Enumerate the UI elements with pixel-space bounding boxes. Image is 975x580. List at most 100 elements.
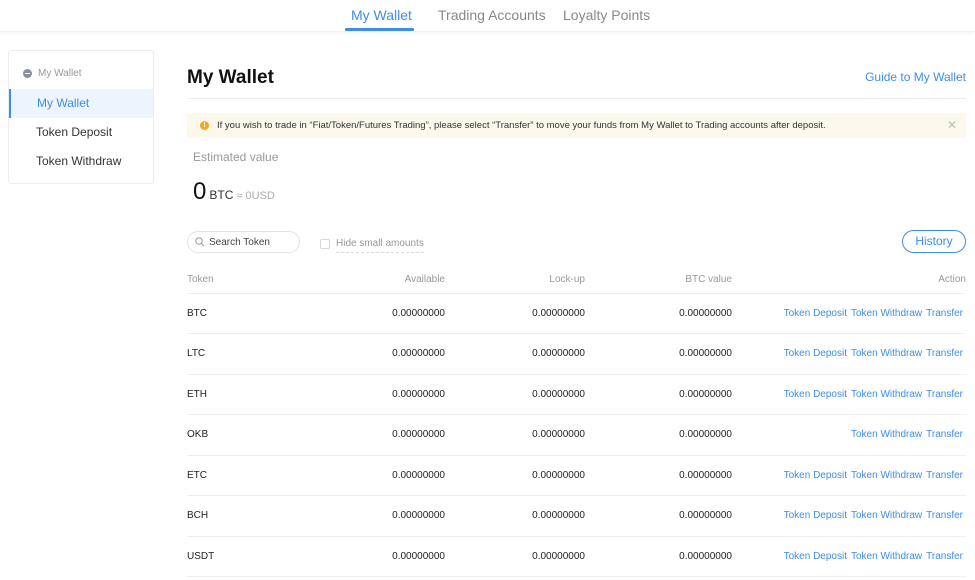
available-cell: 0.00000000 xyxy=(337,333,445,375)
btc-value-cell: 0.00000000 xyxy=(585,333,732,375)
wallet-icon xyxy=(23,69,32,78)
lockup-cell: 0.00000000 xyxy=(445,374,585,415)
active-tab-indicator xyxy=(345,28,414,31)
btc-value-cell: 0.00000000 xyxy=(585,536,732,577)
estimated-value: 0 BTC ≈ 0USD xyxy=(193,178,275,206)
notice-message: If you wish to trade in “Fiat/Token/Futu… xyxy=(217,120,826,131)
token-deposit-link[interactable]: Token Deposit xyxy=(784,348,847,359)
column-header-btc-value: BTC value xyxy=(585,267,732,294)
top-navigation: My Wallet Trading Accounts Loyalty Point… xyxy=(0,0,975,32)
tab-my-wallet[interactable]: My Wallet xyxy=(351,7,412,23)
divider xyxy=(187,98,966,99)
btc-value-cell: 0.00000000 xyxy=(585,455,732,496)
lockup-cell: 0.00000000 xyxy=(445,414,585,456)
token-deposit-link[interactable]: Token Deposit xyxy=(784,308,847,319)
warning-icon: ! xyxy=(200,121,209,130)
table-row: ETC 0.00000000 0.00000000 0.00000000 Token D… xyxy=(187,455,966,496)
action-cell: Token Deposit Token Withdraw Transfer xyxy=(732,536,966,577)
lockup-cell: 0.00000000 xyxy=(445,293,585,334)
sidebar-item-token-deposit[interactable]: Token Deposit xyxy=(9,118,153,147)
notice-banner: ! If you wish to trade in “Fiat/Token/Fu… xyxy=(187,113,966,138)
action-cell: Token Deposit Token Withdraw Transfer xyxy=(732,374,966,415)
token-withdraw-link[interactable]: Token Withdraw xyxy=(851,429,922,440)
sidebar-item-token-withdraw[interactable]: Token Withdraw xyxy=(9,147,153,176)
sidebar-group-label: My Wallet xyxy=(38,68,82,79)
token-deposit-link[interactable]: Token Deposit xyxy=(784,551,847,562)
token-cell: ETC xyxy=(187,455,337,496)
lockup-cell: 0.00000000 xyxy=(445,536,585,577)
token-deposit-link[interactable]: Token Deposit xyxy=(784,470,847,481)
btc-value-cell: 0.00000000 xyxy=(585,495,732,537)
estimated-value-amount: 0 xyxy=(193,178,207,205)
transfer-link[interactable]: Transfer xyxy=(926,551,963,562)
token-deposit-link[interactable]: Token Deposit xyxy=(784,389,847,400)
available-cell: 0.00000000 xyxy=(337,414,445,456)
column-header-lockup: Lock-up xyxy=(445,267,585,294)
transfer-link[interactable]: Transfer xyxy=(926,470,963,481)
btc-value-cell: 0.00000000 xyxy=(585,293,732,334)
table-row: LTC 0.00000000 0.00000000 0.00000000 Token D… xyxy=(187,333,966,375)
available-cell: 0.00000000 xyxy=(337,536,445,577)
table-row: ETH 0.00000000 0.00000000 0.00000000 Token D… xyxy=(187,374,966,415)
token-withdraw-link[interactable]: Token Withdraw xyxy=(851,389,922,400)
close-icon[interactable]: ✕ xyxy=(947,118,957,132)
guide-link[interactable]: Guide to My Wallet xyxy=(865,70,966,84)
search-token-input[interactable] xyxy=(209,236,299,248)
available-cell: 0.00000000 xyxy=(337,293,445,334)
hide-small-amounts-toggle[interactable]: Hide small amounts xyxy=(320,235,424,253)
btc-value-cell: 0.00000000 xyxy=(585,374,732,415)
hide-small-amounts-label: Hide small amounts xyxy=(336,235,424,253)
token-withdraw-link[interactable]: Token Withdraw xyxy=(851,348,922,359)
sidebar: My Wallet My Wallet Token Deposit Token … xyxy=(8,50,154,184)
table-row: OKB 0.00000000 0.00000000 0.00000000 Token W… xyxy=(187,414,966,456)
token-cell: BCH xyxy=(187,495,337,537)
search-icon xyxy=(195,237,205,247)
token-cell: OKB xyxy=(187,414,337,456)
token-withdraw-link[interactable]: Token Withdraw xyxy=(851,308,922,319)
transfer-link[interactable]: Transfer xyxy=(926,429,963,440)
transfer-link[interactable]: Transfer xyxy=(926,308,963,319)
history-button[interactable]: History xyxy=(902,230,966,253)
lockup-cell: 0.00000000 xyxy=(445,333,585,375)
transfer-link[interactable]: Transfer xyxy=(926,389,963,400)
token-cell: BTC xyxy=(187,293,337,334)
token-cell: USDT xyxy=(187,536,337,577)
transfer-link[interactable]: Transfer xyxy=(926,510,963,521)
token-table: Token Available Lock-up BTC value Action… xyxy=(187,267,966,577)
available-cell: 0.00000000 xyxy=(337,374,445,415)
token-cell: LTC xyxy=(187,333,337,375)
token-withdraw-link[interactable]: Token Withdraw xyxy=(851,510,922,521)
search-token-field[interactable] xyxy=(187,231,300,253)
token-withdraw-link[interactable]: Token Withdraw xyxy=(851,551,922,562)
table-row: BCH 0.00000000 0.00000000 0.00000000 Token D… xyxy=(187,495,966,537)
estimated-value-label: Estimated value xyxy=(193,150,279,164)
action-cell: Token Deposit Token Withdraw Transfer xyxy=(732,293,966,334)
action-cell: Token Deposit Token Withdraw Transfer xyxy=(732,455,966,496)
token-cell: ETH xyxy=(187,374,337,415)
action-cell: Token Withdraw Transfer xyxy=(732,414,966,456)
estimated-value-unit: BTC xyxy=(209,188,234,202)
sidebar-group-header: My Wallet xyxy=(23,68,82,79)
token-withdraw-link[interactable]: Token Withdraw xyxy=(851,470,922,481)
column-header-action: Action xyxy=(732,267,966,294)
action-cell: Token Deposit Token Withdraw Transfer xyxy=(732,495,966,537)
estimated-value-usd: ≈ 0USD xyxy=(236,190,275,202)
tab-loyalty-points[interactable]: Loyalty Points xyxy=(563,7,650,23)
transfer-link[interactable]: Transfer xyxy=(926,348,963,359)
page-title: My Wallet xyxy=(187,67,274,88)
btc-value-cell: 0.00000000 xyxy=(585,414,732,456)
available-cell: 0.00000000 xyxy=(337,455,445,496)
sidebar-item-my-wallet[interactable]: My Wallet xyxy=(9,89,153,118)
tab-trading-accounts[interactable]: Trading Accounts xyxy=(438,7,546,23)
lockup-cell: 0.00000000 xyxy=(445,455,585,496)
table-header-row: Token Available Lock-up BTC value Action xyxy=(187,267,966,294)
action-cell: Token Deposit Token Withdraw Transfer xyxy=(732,333,966,375)
column-header-token: Token xyxy=(187,267,337,294)
column-header-available: Available xyxy=(337,267,445,294)
table-row: USDT 0.00000000 0.00000000 0.00000000 Token … xyxy=(187,536,966,577)
table-row: BTC 0.00000000 0.00000000 0.00000000 Token D… xyxy=(187,293,966,334)
available-cell: 0.00000000 xyxy=(337,495,445,537)
token-deposit-link[interactable]: Token Deposit xyxy=(784,510,847,521)
hide-small-amounts-checkbox[interactable] xyxy=(320,239,330,249)
lockup-cell: 0.00000000 xyxy=(445,495,585,537)
